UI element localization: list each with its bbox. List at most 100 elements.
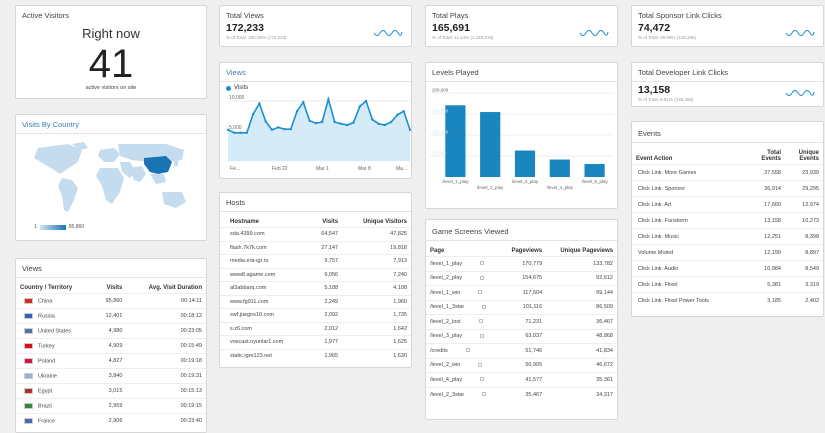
table-row[interactable]: swf.juegos10.com 2,092 1,735 [220, 308, 411, 322]
table-row[interactable]: Volume Muted 12,199 8,897 [632, 244, 823, 261]
data-point[interactable] [320, 120, 324, 124]
external-link-icon[interactable] [482, 304, 487, 309]
external-link-icon[interactable] [480, 261, 485, 266]
bar[interactable] [480, 112, 501, 177]
event-action-cell[interactable]: Click Link: Flixel Power Tools [632, 292, 747, 309]
col-hostname[interactable]: Hostname [220, 217, 309, 228]
data-point[interactable] [239, 131, 242, 134]
data-point[interactable] [371, 118, 374, 121]
event-action-cell[interactable]: Click Link: Sponsor [632, 180, 747, 197]
table-row[interactable]: /credits 51,746 41,834 [426, 343, 617, 358]
hostname-cell[interactable]: static.igre123.net [220, 348, 310, 363]
col-page[interactable]: Page [426, 246, 501, 257]
data-point[interactable] [295, 110, 299, 113]
data-point[interactable] [270, 128, 274, 131]
table-row[interactable]: www8.agame.com 9,056 7,240 [220, 267, 411, 282]
external-link-icon[interactable] [478, 362, 483, 367]
country-name[interactable]: United States [38, 328, 71, 334]
table-row[interactable]: /level_3_play 63,037 48,868 [426, 328, 617, 344]
data-point[interactable] [358, 105, 361, 108]
table-row[interactable]: France 2,906 00:23:40 [16, 413, 206, 429]
data-point[interactable] [283, 128, 286, 131]
table-row[interactable]: s.z6.com 2,012 1,642 [220, 321, 411, 336]
table-row[interactable]: Click Link: Art 17,660 12,974 [632, 196, 823, 213]
event-action-cell[interactable]: Click Link: Audio [632, 260, 747, 277]
table-row[interactable]: Turkey 4,909 00:15:49 [16, 338, 206, 354]
hostname-cell[interactable]: sda.4399.com [220, 227, 310, 241]
page-name[interactable]: /level_3_play [430, 333, 462, 339]
country-name[interactable]: France [38, 418, 55, 424]
external-link-icon[interactable] [480, 333, 485, 338]
table-row[interactable]: static.igre123.net 1,965 1,630 [220, 348, 411, 363]
data-point[interactable] [377, 122, 380, 125]
data-point[interactable] [277, 126, 280, 129]
table-row[interactable]: Click Link: Audio 10,984 8,549 [632, 260, 823, 277]
table-row[interactable]: Click Link: Flixel Power Tools 3,185 2,402 [632, 292, 823, 309]
hostname-cell[interactable]: voxcast.oyunlar1.com [220, 335, 310, 349]
col-pageviews[interactable]: Pageviews [501, 246, 546, 257]
table-row[interactable]: /level_2_win 50,905 46,672 [426, 357, 617, 373]
page-name[interactable]: /level_1_win [430, 290, 460, 296]
data-point[interactable] [333, 120, 336, 124]
col-unique-events[interactable]: Unique Events [785, 148, 823, 165]
page-name[interactable]: /level_1_play [430, 261, 462, 267]
hostname-cell[interactable]: s.z6.com [220, 321, 310, 336]
bar[interactable] [549, 159, 570, 177]
external-link-icon[interactable] [465, 348, 470, 353]
table-row[interactable]: /level_1_play 170,779 133,782 [426, 256, 617, 271]
table-row[interactable]: sda.4399.com 64,547 47,825 [220, 227, 411, 241]
col-duration[interactable]: Avg. Visit Duration [126, 283, 206, 294]
hostname-cell[interactable]: swf.juegos10.com [220, 308, 310, 322]
page-name[interactable]: /level_1_3star [430, 304, 464, 310]
table-row[interactable]: Click Link: Music 12,251 8,398 [632, 228, 823, 245]
data-point[interactable] [408, 128, 411, 131]
page-name[interactable]: /level_4_play [430, 377, 462, 383]
event-action-cell[interactable]: Click Link: Flixel [632, 276, 747, 293]
col-visits[interactable]: Visits [309, 217, 342, 228]
data-point[interactable] [346, 123, 349, 127]
hostname-cell[interactable]: www.fg911.com [220, 294, 310, 309]
levels-bar-chart[interactable]: 200,000 150,000 100,000 50,000/level_1_play… [426, 81, 618, 209]
table-row[interactable]: Click Link: Flixel 5,381 3,319 [632, 276, 823, 293]
col-country[interactable]: Country / Territory [16, 283, 94, 294]
table-row[interactable]: media.era-igr.ru 9,757 7,913 [220, 254, 411, 268]
table-row[interactable]: China 95,860 00:14:11 [16, 293, 206, 309]
event-action-cell[interactable]: Click Link: More Games [632, 164, 747, 181]
bar[interactable] [514, 150, 536, 177]
data-point[interactable] [402, 110, 405, 113]
table-row[interactable]: Russia 12,401 00:18:12 [16, 308, 206, 324]
table-row[interactable]: al3abbarq.com 5,188 4,108 [220, 281, 411, 295]
page-name[interactable]: /level_2_play [430, 275, 462, 281]
table-row[interactable]: flash.7k7k.com 27,147 19,818 [220, 240, 411, 255]
hostname-cell[interactable]: media.era-igr.ru [220, 254, 310, 268]
col-visits[interactable]: Visits [94, 283, 126, 294]
page-name[interactable]: /level_2_3star [430, 392, 464, 398]
data-point[interactable] [258, 102, 261, 105]
table-row[interactable]: /level_4_play 41,577 35,361 [426, 372, 617, 387]
data-point[interactable] [327, 98, 330, 101]
table-row[interactable]: Egypt 3,015 00:15:13 [16, 383, 206, 399]
external-link-icon[interactable] [478, 290, 483, 295]
hostname-cell[interactable]: flash.7k7k.com [220, 240, 310, 255]
data-point[interactable] [396, 113, 399, 116]
country-name[interactable]: Poland [38, 358, 55, 364]
external-link-icon[interactable] [480, 275, 485, 280]
hostname-cell[interactable]: al3abbarq.com [220, 281, 310, 295]
country-name[interactable]: Egypt [38, 388, 52, 394]
col-event-action[interactable]: Event Action [632, 148, 747, 165]
table-row[interactable]: www.fg911.com 2,249 1,960 [220, 294, 411, 309]
data-point[interactable] [339, 122, 343, 125]
country-name[interactable]: Turkey [38, 343, 55, 349]
event-action-cell[interactable]: Click Link: Funstorm [632, 212, 747, 229]
data-point[interactable] [302, 101, 305, 104]
col-total-events[interactable]: Total Events [747, 148, 785, 165]
country-name[interactable]: Ukraine [38, 373, 57, 379]
data-point[interactable] [352, 121, 355, 124]
country-name[interactable]: Brazil [38, 403, 52, 409]
data-point[interactable] [314, 122, 318, 125]
data-point[interactable] [308, 119, 311, 122]
data-point[interactable] [289, 128, 292, 131]
col-unique-visitors[interactable]: Unique Visitors [342, 217, 411, 228]
bar[interactable] [584, 163, 605, 177]
data-point[interactable] [264, 120, 267, 123]
